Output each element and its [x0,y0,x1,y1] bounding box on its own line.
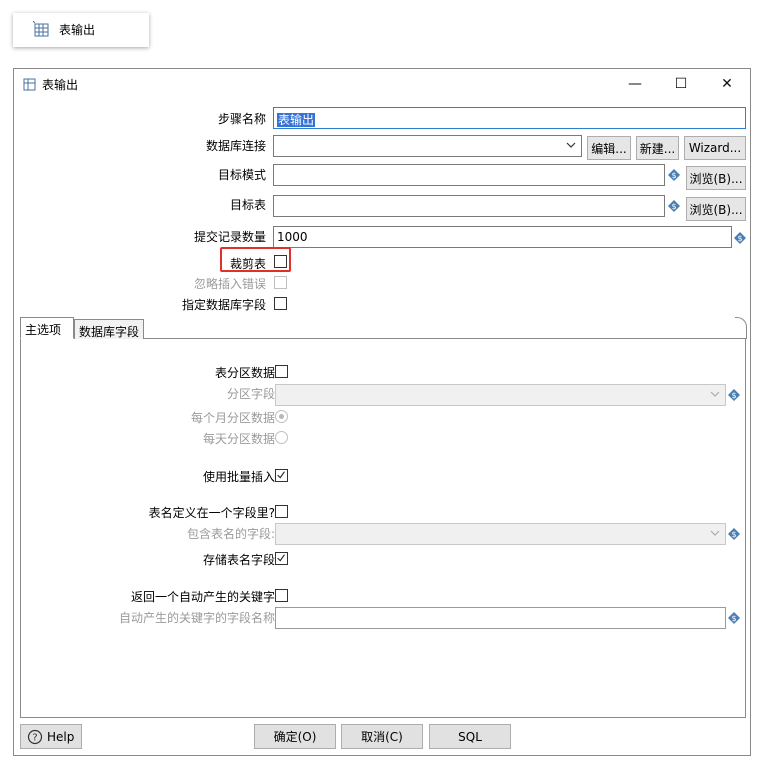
ok-button[interactable]: 确定(O) [254,724,336,749]
maximize-icon: ☐ [674,76,688,92]
variable-icon: $ [668,169,680,181]
table-output-icon [23,78,36,91]
wizard-button[interactable]: Wizard... [684,136,746,160]
store-table-name-checkbox[interactable] [275,552,288,565]
key-field-name-label: 自动产生的关键字的字段名称 [118,611,275,625]
monthly-partition-label: 每个月分区数据 [190,411,275,425]
target-schema-input[interactable] [273,164,665,186]
monthly-partition-radio[interactable] [275,410,288,423]
chevron-down-icon [710,530,720,536]
table-in-field-label: 表名定义在一个字段里? [148,506,275,520]
chevron-down-icon [710,391,720,397]
ignore-errors-label: 忽略插入错误 [193,277,266,291]
svg-text:$: $ [671,171,676,180]
svg-text:$: $ [731,614,736,623]
close-button[interactable]: ✕ [704,69,750,99]
table-in-field-checkbox[interactable] [275,505,288,518]
variable-icon: $ [728,389,740,401]
browse-schema-button[interactable]: 浏览(B)... [686,166,746,190]
step-name-input[interactable]: 表输出 [273,107,746,129]
daily-partition-radio[interactable] [275,431,288,444]
tab-bar-corner [735,317,747,339]
title-bar[interactable]: 表输出 — ☐ ✕ [14,69,750,99]
step-name-value: 表输出 [277,113,316,127]
return-key-checkbox[interactable] [275,589,288,602]
step-name-label: 步骤名称 [217,112,266,126]
edit-connection-button[interactable]: 编辑... [587,136,631,160]
target-table-input[interactable] [273,195,665,217]
table-name-field-select[interactable] [275,523,726,545]
partition-checkbox[interactable] [275,365,288,378]
commit-size-input[interactable]: 1000 [273,226,732,248]
minimize-button[interactable]: — [612,69,658,99]
connection-select[interactable] [273,135,582,157]
store-table-name-label: 存储表名字段 [202,553,275,567]
sql-button[interactable]: SQL [429,724,511,749]
target-schema-label: 目标模式 [217,168,266,182]
radio-selected-dot [279,414,284,419]
new-connection-button[interactable]: 新建... [636,136,679,160]
svg-text:$: $ [731,530,736,539]
key-field-name-input[interactable] [275,607,726,629]
variable-icon: $ [668,200,680,212]
commit-size-label: 提交记录数量 [193,230,266,244]
connection-label: 数据库连接 [205,139,266,153]
window-title: 表输出 [42,78,79,92]
checkmark-icon [277,471,285,479]
variable-icon: $ [728,612,740,624]
table-output-dialog: 表输出 — ☐ ✕ 步骤名称 表输出 数据库连接 编辑... 新建... Wiz… [13,68,751,756]
batch-insert-label: 使用批量插入 [202,470,275,484]
specify-fields-checkbox[interactable] [274,297,287,310]
target-table-label: 目标表 [229,198,266,212]
daily-partition-label: 每天分区数据 [202,432,275,446]
help-button[interactable]: ? Help [20,724,82,749]
close-icon: ✕ [721,76,733,92]
svg-text:$: $ [737,234,742,243]
variable-icon: $ [734,232,746,244]
return-key-label: 返回一个自动产生的关键字 [130,590,275,604]
partition-field-select[interactable] [275,384,726,406]
partition-field-label: 分区字段 [226,387,275,401]
help-button-label: Help [47,729,75,744]
step-node-table-output[interactable]: 表输出 [13,13,149,47]
svg-text:$: $ [731,391,736,400]
browse-table-button[interactable]: 浏览(B)... [686,197,746,221]
step-node-label: 表输出 [59,23,96,37]
specify-fields-label: 指定数据库字段 [181,298,266,312]
svg-text:?: ? [32,732,37,743]
checkmark-icon [277,554,285,562]
table-output-icon [33,21,49,37]
maximize-button[interactable]: ☐ [658,69,704,99]
partition-label: 表分区数据 [214,366,275,380]
tab-database-fields[interactable]: 数据库字段 [74,319,144,339]
batch-insert-checkbox[interactable] [275,469,288,482]
red-highlight-box [220,247,291,272]
svg-text:$: $ [671,202,676,211]
cancel-button[interactable]: 取消(C) [341,724,423,749]
variable-icon: $ [728,528,740,540]
table-name-field-label: 包含表名的字段: [186,527,275,541]
minimize-icon: — [628,76,642,92]
tab-main-options[interactable]: 主选项 [20,317,74,339]
main-options-panel: 表分区数据 分区字段 $ 每个月分区数据 每天分区数据 使用批量插入 表名定义在… [20,338,746,718]
help-icon: ? [27,729,43,744]
ignore-errors-checkbox[interactable] [274,276,287,289]
chevron-down-icon [566,142,576,148]
